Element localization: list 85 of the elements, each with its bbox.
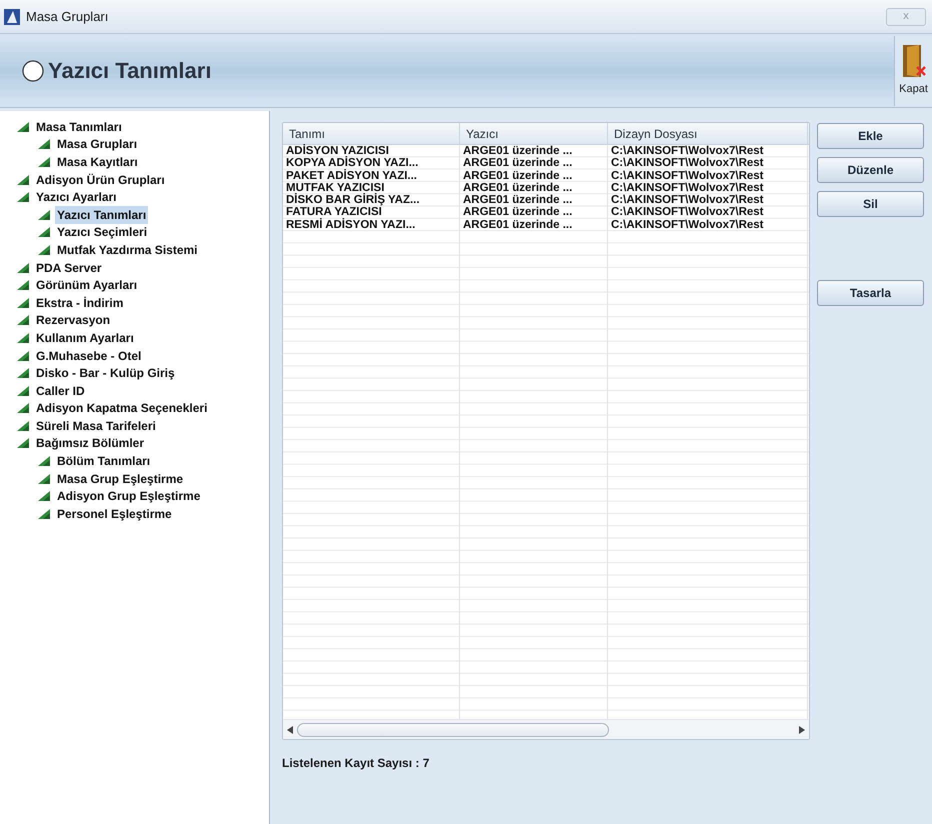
tree-item[interactable]: Yazıcı Ayarları (34, 188, 118, 206)
table-cell-text: KOPYA ADİSYON YAZI... (285, 157, 420, 170)
table-cell-text: C:\AKINSOFT\Wolvox7\Rest (610, 157, 764, 170)
table-cell-text: ADİSYON YAZICISI (285, 145, 390, 157)
tree-item[interactable]: Süreli Masa Tarifeleri (34, 416, 158, 435)
tree-item[interactable]: Masa Grup Eşleştirme (55, 470, 186, 488)
tree-item[interactable]: Yazıcı Tanımları (55, 206, 148, 224)
triangle-icon (37, 490, 51, 502)
table-cell-text: C:\AKINSOFT\Wolvox7\Rest (610, 218, 764, 232)
table-cell-text: ARGE01 üzerinde ... (462, 170, 574, 182)
tree-item[interactable]: Ekstra - İndirim (34, 294, 126, 312)
tree-item[interactable]: Bölüm Tanımları (55, 452, 152, 470)
table-cell-text: C:\AKINSOFT\Wolvox7\Rest (610, 145, 764, 158)
triangle-icon (16, 367, 30, 380)
tree-item[interactable]: Yazıcı Seçimleri (55, 223, 150, 242)
action-button[interactable]: Tasarla (817, 280, 924, 306)
tree-item[interactable]: Disko - Bar - Kulüp Giriş (34, 364, 177, 382)
triangle-icon (37, 208, 51, 221)
tree-item[interactable]: Bağımsız Bölümler (34, 434, 146, 452)
table-cell-text: C:\AKINSOFT\Wolvox7\Rest (610, 170, 764, 182)
table-cell-text: C:\AKINSOFT\Wolvox7\Rest (610, 182, 764, 194)
triangle-icon (16, 420, 30, 432)
table-cell-text: RESMİ ADİSYON YAZI... (285, 218, 416, 232)
table-cell-text: DİSKO BAR GİRİŞ YAZ... (285, 194, 421, 206)
tree-item[interactable]: Masa Tanımları (34, 118, 124, 136)
table-cell-text: PAKET ADİSYON YAZI... (285, 170, 418, 182)
triangle-icon (16, 191, 30, 204)
triangle-icon (16, 437, 30, 450)
circle-icon (22, 60, 44, 82)
triangle-icon (37, 156, 51, 168)
triangle-icon (37, 244, 51, 256)
tree-item[interactable]: Kullanım Ayarları (34, 328, 136, 347)
app-icon (4, 8, 20, 24)
right-arrow-icon (799, 726, 805, 734)
triangle-icon (16, 279, 30, 292)
triangle-icon (37, 138, 51, 150)
tree-item[interactable]: Rezervasyon (34, 311, 112, 330)
page-title: Yazıcı Tanımları (48, 57, 212, 85)
action-button[interactable]: Düzenle (817, 157, 924, 183)
triangle-icon (16, 314, 30, 326)
tree-item[interactable]: Adisyon Grup Eşleştirme (55, 487, 202, 506)
table-cell-text: MUTFAK YAZICISI (285, 182, 386, 194)
table-cell-text: ARGE01 üzerinde ... (462, 157, 574, 170)
tree-item[interactable]: Adisyon Kapatma Seçenekleri (34, 399, 210, 418)
triangle-icon (37, 455, 51, 468)
record-count: Listelenen Kayıt Sayısı : 7 (282, 755, 430, 772)
table-cell-text: ARGE01 üzerinde ... (462, 145, 574, 158)
action-button[interactable]: Sil (817, 191, 924, 217)
tree-item[interactable]: Personel Eşleştirme (55, 504, 174, 523)
window-title: Masa Grupları (26, 8, 108, 26)
triangle-icon (16, 262, 30, 274)
exit-button[interactable]: Kapat (894, 36, 932, 106)
tree-item[interactable]: G.Muhasebe - Otel (34, 346, 144, 365)
tree-item[interactable]: PDA Server (34, 258, 104, 277)
table-cell-text: ARGE01 üzerinde ... (462, 182, 574, 194)
triangle-icon (37, 508, 51, 520)
table-cell-text: FATURA YAZICISI (285, 206, 383, 218)
table-cell-text: ARGE01 üzerinde ... (462, 206, 574, 219)
door-icon (900, 43, 926, 80)
table-cell-text: C:\AKINSOFT\Wolvox7\Rest (610, 206, 764, 219)
table-cell-text: ARGE01 üzerinde ... (462, 194, 574, 206)
tree-item[interactable]: Mutfak Yazdırma Sistemi (55, 240, 200, 259)
table-cell-text: ARGE01 üzerinde ... (462, 218, 574, 232)
tree-item[interactable]: Masa Kayıtları (55, 152, 140, 171)
action-button[interactable]: Ekle (817, 123, 924, 149)
tree-item[interactable]: Görünüm Ayarları (34, 276, 140, 294)
tree-item[interactable]: Masa Grupları (55, 135, 140, 154)
tree-item[interactable]: Adisyon Ürün Grupları (34, 170, 167, 189)
column-header[interactable]: Tanımı (283, 123, 460, 144)
triangle-icon (16, 384, 30, 397)
triangle-icon (16, 332, 30, 344)
table-cell-text: C:\AKINSOFT\Wolvox7\Rest (610, 194, 764, 206)
triangle-icon (16, 296, 30, 309)
triangle-icon (16, 350, 30, 362)
column-header[interactable]: Yazıcı (460, 123, 608, 144)
triangle-icon (16, 120, 30, 133)
horizontal-scrollbar[interactable] (283, 719, 809, 739)
triangle-icon (37, 472, 51, 485)
column-header[interactable]: Dizayn Dosyası (608, 123, 808, 144)
tree-item[interactable]: Caller ID (34, 382, 87, 400)
triangle-icon (37, 226, 51, 238)
scroll-thumb[interactable] (297, 722, 609, 736)
triangle-icon (16, 402, 30, 414)
left-arrow-icon (287, 726, 293, 734)
triangle-icon (16, 174, 30, 186)
